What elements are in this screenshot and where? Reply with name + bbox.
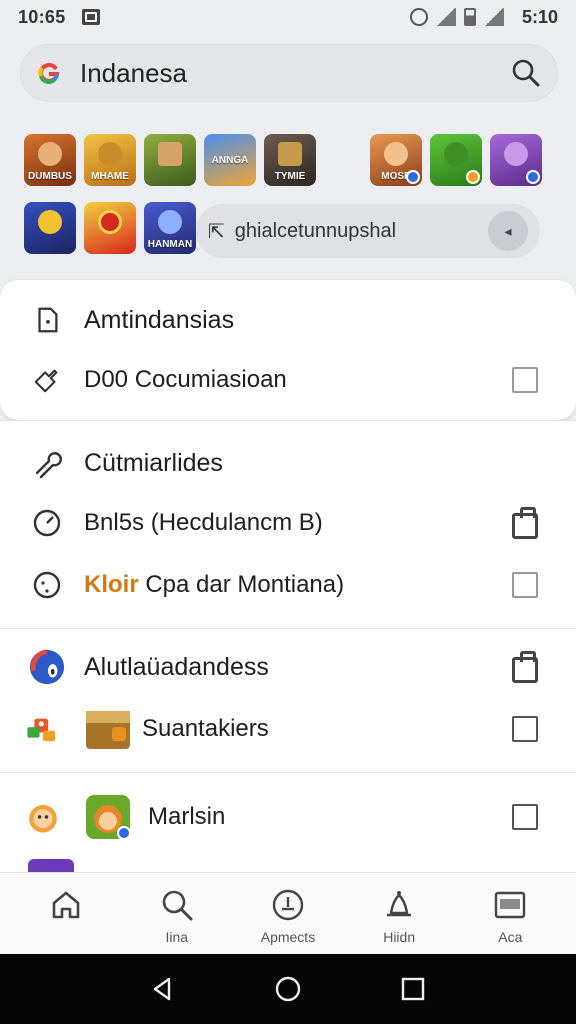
pin-icon (28, 361, 66, 399)
app-tile-5-label: TYMIE (274, 171, 306, 182)
lock-icon[interactable] (512, 651, 538, 683)
history-icon (272, 889, 304, 921)
nav-history-label: Apmects (260, 929, 316, 945)
search-icon[interactable] (510, 57, 542, 89)
game-box-icon (84, 705, 132, 753)
status-bar: 10:65 5:10 (0, 0, 576, 34)
clock-icon (28, 566, 66, 604)
chip-text: ghialcetunnupshal (234, 219, 397, 242)
checkbox[interactable] (512, 367, 538, 393)
home-circle-icon[interactable] (274, 975, 302, 1003)
cursor-icon: ⇱ (208, 220, 225, 243)
nav-search-label: Iina (165, 929, 189, 945)
back-icon[interactable] (149, 975, 177, 1003)
section-3-heading: Alutlaüadandess (84, 652, 269, 681)
app-tile-4[interactable]: ANNGA (204, 134, 256, 186)
app-tile-3[interactable] (144, 134, 196, 186)
nav-home[interactable] (21, 887, 111, 929)
arrow-left-icon[interactable]: ◂ (488, 211, 528, 251)
section-2-header[interactable]: Cütmiarlides (0, 435, 576, 491)
notification-icon (81, 9, 100, 25)
app-tile-11[interactable]: HANMAN (144, 202, 196, 254)
list-item-partial[interactable] (0, 853, 576, 872)
list-item-label: D00 Cocumiasioan (84, 366, 287, 393)
app-thumbnail-icon (28, 857, 74, 872)
list-item[interactable]: Suantakiers (0, 701, 576, 757)
bottom-navigation: Iina Apmects Hiidn Aca (0, 872, 576, 954)
signal-icon (435, 8, 456, 26)
alarm-icon (409, 8, 428, 26)
search-input[interactable]: Indanesa (80, 58, 187, 89)
google-g-icon (36, 60, 62, 86)
section-1-header[interactable]: Amtindansias (0, 292, 576, 348)
app-tile-1-label: DUMBUS (28, 171, 72, 182)
app-tile-7[interactable] (430, 134, 482, 186)
search-icon (162, 890, 193, 921)
game-avatar-icon (84, 793, 132, 841)
app-tile-2[interactable]: MHAME (84, 134, 136, 186)
highlight-prefix: Kloir (84, 571, 139, 598)
document-icon (28, 301, 66, 339)
signal-icon-2 (483, 8, 504, 26)
app-logo-icon (28, 648, 66, 686)
list-item[interactable]: Marlsin (0, 789, 576, 845)
list-item[interactable]: Kloir Cpa dar Montiana) (0, 557, 576, 613)
nav-search[interactable]: Iina (132, 887, 222, 945)
list-item-label: Marlsin (148, 803, 226, 830)
app-tile-1[interactable]: DUMBUS (24, 134, 76, 186)
nav-notifications[interactable]: Hiidn (354, 887, 444, 945)
app-tile-11-label: HANMAN (147, 239, 193, 250)
wrench-icon (28, 444, 66, 482)
section-3-header[interactable]: Alutlaüadandess (0, 639, 576, 695)
apps-row-2: HANMAN (24, 202, 196, 254)
nav-library[interactable]: Aca (465, 887, 555, 945)
status-indicators: 5:10 (409, 6, 558, 28)
list-item-label: Suantakiers (142, 715, 269, 742)
system-navigation (0, 954, 576, 1024)
section-4: Marlsin (0, 772, 576, 872)
game-character-icon (24, 710, 62, 748)
list-item-label: Bnl5s (Hecdulancm B) (84, 509, 323, 536)
section-1-heading: Amtindansias (84, 305, 235, 334)
app-tile-8[interactable] (490, 134, 542, 186)
list-item-label: Kloir Cpa dar Montiana) (84, 571, 344, 599)
nav-library-label: Aca (498, 929, 523, 945)
checkbox[interactable] (512, 804, 538, 830)
library-icon (495, 891, 526, 919)
section-2: Cütmiarlides Bnl5s (Hecdulancm B) Kloir … (0, 420, 576, 628)
section-card-1: Amtindansias D00 Cocumiasioan (0, 280, 576, 420)
home-icon (52, 891, 79, 919)
badge-icon (526, 170, 540, 184)
status-time: 10:65 (18, 6, 66, 27)
timer-icon (28, 504, 66, 542)
app-search-chip[interactable]: ⇱ ghialcetunnupshal ◂ (196, 204, 540, 258)
checkbox[interactable] (512, 572, 538, 598)
nav-history[interactable]: Apmects (243, 887, 333, 945)
recents-icon[interactable] (399, 975, 427, 1003)
app-tile-10[interactable] (84, 202, 136, 254)
list-item[interactable]: D00 Cocumiasioan (0, 352, 576, 408)
app-tile-5[interactable]: TYMIE (264, 134, 316, 186)
list-item[interactable]: Bnl5s (Hecdulancm B) (0, 495, 576, 551)
lock-icon[interactable] (512, 507, 538, 539)
app-tile-6[interactable]: MOSE (370, 134, 422, 186)
section-3: Alutlaüadandess Suantakiers (0, 628, 576, 772)
bell-icon (387, 891, 412, 917)
app-tile-9[interactable] (24, 202, 76, 254)
list-item-text: Cpa dar Montiana) (145, 571, 345, 598)
section-2-heading: Cütmiarlides (84, 448, 223, 477)
nav-notifications-label: Hiidn (383, 929, 416, 945)
apps-row-1: DUMBUS MHAME ANNGA TYMIE MOSE (24, 134, 542, 186)
badge-icon (406, 170, 420, 184)
app-tile-2-label: MHAME (91, 171, 129, 182)
character-face-icon (24, 798, 62, 836)
search-bar[interactable]: Indanesa (20, 44, 558, 102)
app-tile-4-label: ANNGA (211, 154, 249, 166)
checkbox[interactable] (512, 716, 538, 742)
status-clock-right: 5:10 (521, 6, 558, 27)
badge-icon (466, 170, 480, 184)
apps-panel: DUMBUS MHAME ANNGA TYMIE MOSE HANMAN ⇱ g… (0, 118, 576, 268)
battery-icon (463, 8, 476, 26)
